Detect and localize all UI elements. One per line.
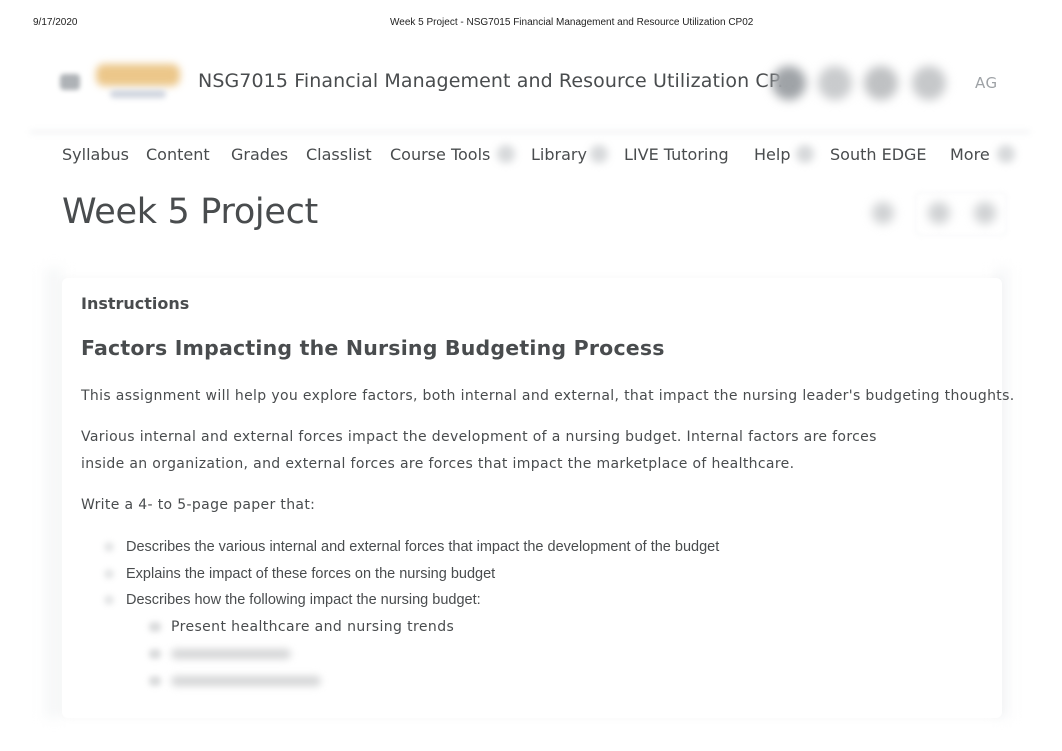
nav-item-course-tools[interactable]: Course Tools — [390, 145, 490, 164]
assignment-heading: Factors Impacting the Nursing Budgeting … — [81, 336, 665, 360]
print-date: 9/17/2020 — [33, 17, 78, 28]
list-number-icon — [149, 622, 161, 632]
course-title[interactable]: NSG7015 Financial Management and Resourc… — [198, 70, 796, 92]
list-item: Explains the impact of these forces on t… — [104, 561, 719, 588]
list-number-icon — [149, 676, 161, 686]
list-item — [149, 668, 454, 695]
nav-item-help[interactable]: Help — [754, 145, 790, 164]
nav-item-classlist[interactable]: Classlist — [306, 145, 372, 164]
page-actions — [860, 192, 1020, 236]
chevron-down-icon[interactable] — [997, 145, 1015, 163]
print-icon[interactable] — [872, 202, 894, 224]
next-icon[interactable] — [974, 202, 996, 224]
user-avatar-initials[interactable]: AG — [975, 74, 998, 92]
task-paragraph: Write a 4- to 5-page paper that: — [81, 497, 316, 513]
chevron-down-icon[interactable] — [497, 145, 515, 163]
impact-factors-list: Present healthcare and nursing trends — [149, 614, 455, 695]
message-icon[interactable] — [772, 66, 806, 100]
app-grid-icon[interactable] — [60, 74, 80, 90]
chevron-down-icon[interactable] — [796, 145, 814, 163]
print-page-title: Week 5 Project - NSG7015 Financial Manag… — [390, 17, 754, 28]
list-item-text: Describes the various internal and exter… — [126, 539, 720, 555]
print-header: 9/17/2020 Week 5 Project - NSG7015 Finan… — [0, 17, 1062, 31]
blurred-text — [171, 676, 321, 686]
bullet-icon — [104, 542, 114, 552]
nav-item-grades[interactable]: Grades — [231, 145, 288, 164]
list-item: Describes the various internal and exter… — [104, 534, 720, 561]
nav-item-live-tutoring[interactable]: LIVE Tutoring — [624, 145, 729, 164]
instructions-label: Instructions — [81, 294, 190, 313]
list-number-icon — [149, 649, 161, 659]
nav-divider — [30, 130, 1030, 134]
forces-paragraph: Various internal and external forces imp… — [81, 429, 877, 472]
list-item-text: Explains the impact of these forces on t… — [126, 565, 496, 582]
page-title: Week 5 Project — [62, 192, 318, 232]
nav-item-south-edge[interactable]: South EDGE — [830, 145, 927, 164]
requirements-list: Describes the various internal and exter… — [104, 534, 720, 614]
bullet-icon — [104, 568, 114, 579]
logo-wordmark — [96, 64, 180, 86]
blurred-text — [171, 649, 291, 659]
university-logo[interactable] — [92, 58, 184, 104]
chat-icon[interactable] — [864, 66, 898, 100]
card-shadow-left — [45, 268, 63, 718]
chevron-down-icon[interactable] — [590, 145, 608, 163]
logo-subtitle — [110, 90, 166, 98]
notification-icon[interactable] — [912, 66, 946, 100]
list-item-text: Describes how the following impact the n… — [126, 592, 481, 609]
nav-item-library[interactable]: Library — [531, 145, 587, 164]
list-item — [149, 641, 454, 668]
nav-item-content[interactable]: Content — [146, 145, 210, 164]
previous-icon[interactable] — [928, 202, 950, 224]
list-item-text: Present healthcare and nursing trends — [171, 619, 455, 635]
nav-item-syllabus[interactable]: Syllabus — [62, 145, 129, 164]
intro-paragraph: This assignment will help you explore fa… — [81, 388, 1015, 404]
mail-icon[interactable] — [818, 66, 852, 100]
list-item: Describes how the following impact the n… — [104, 587, 719, 614]
course-nav-bar: Syllabus Content Grades Classlist Course… — [0, 130, 1062, 180]
nav-item-more[interactable]: More — [950, 145, 990, 164]
list-item: Present healthcare and nursing trends — [149, 614, 455, 641]
top-bar: NSG7015 Financial Management and Resourc… — [0, 50, 1062, 116]
